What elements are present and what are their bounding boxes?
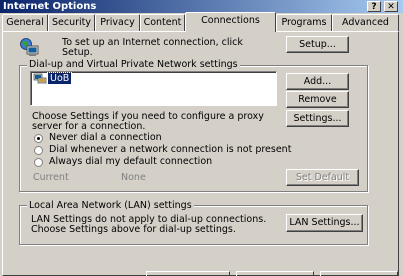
tab-label: General [6,17,44,28]
connection-list[interactable]: UoB [30,71,277,106]
setup-button[interactable]: Setup... [286,36,349,53]
radio-never-dial[interactable] [34,134,43,143]
radio-never-dial-label[interactable]: Never dial a connection [49,132,162,143]
radio-always-dial-label[interactable]: Always dial my default connection [49,156,212,167]
radio-dial-whenever[interactable] [34,146,43,155]
radio-always-dial[interactable] [34,158,43,167]
current-label: Current [33,172,69,183]
proxy-text-line2: server for a connection. [32,121,146,132]
tab-label: Security [51,17,91,28]
tab-general[interactable]: General [2,14,48,31]
tab-label: Connections [201,15,260,26]
list-item[interactable]: UoB [46,72,73,85]
tab-label: Content [143,17,182,28]
settings-button[interactable]: Settings... [286,110,349,127]
lan-group-label: Local Area Network (LAN) settings [27,200,194,211]
window-title: Internet Options [3,1,97,12]
tab-label: Advanced [342,17,389,28]
tab-content[interactable]: Content [140,14,185,31]
lan-settings-button[interactable]: LAN Settings... [286,214,363,232]
set-default-button[interactable]: Set Default [286,169,359,186]
tab-connections[interactable]: Connections [185,12,276,32]
setup-text-line2: Setup. [62,47,93,58]
internet-connection-icon [19,38,41,58]
current-value: None [121,172,146,183]
remove-button[interactable]: Remove [286,91,349,108]
radio-dial-whenever-label[interactable]: Dial whenever a network connection is no… [49,144,291,155]
dialup-group-label: Dial-up and Virtual Private Network sett… [27,59,240,70]
cancel-button-edge[interactable] [236,271,314,276]
ok-button-edge[interactable] [146,271,230,276]
tab-label: Privacy [100,17,135,28]
dialup-connection-icon [33,73,47,84]
add-button[interactable]: Add... [286,73,349,90]
tab-programs[interactable]: Programs [276,14,332,31]
tab-privacy[interactable]: Privacy [95,14,140,31]
tab-security[interactable]: Security [48,14,95,31]
close-button[interactable]: ✕ [384,1,398,12]
tab-advanced[interactable]: Advanced [332,14,399,31]
lan-text-line2: Choose Settings above for dial-up settin… [31,224,236,235]
help-button[interactable]: ? [367,1,381,12]
tab-label: Programs [281,17,327,28]
apply-button-edge[interactable] [320,271,398,276]
